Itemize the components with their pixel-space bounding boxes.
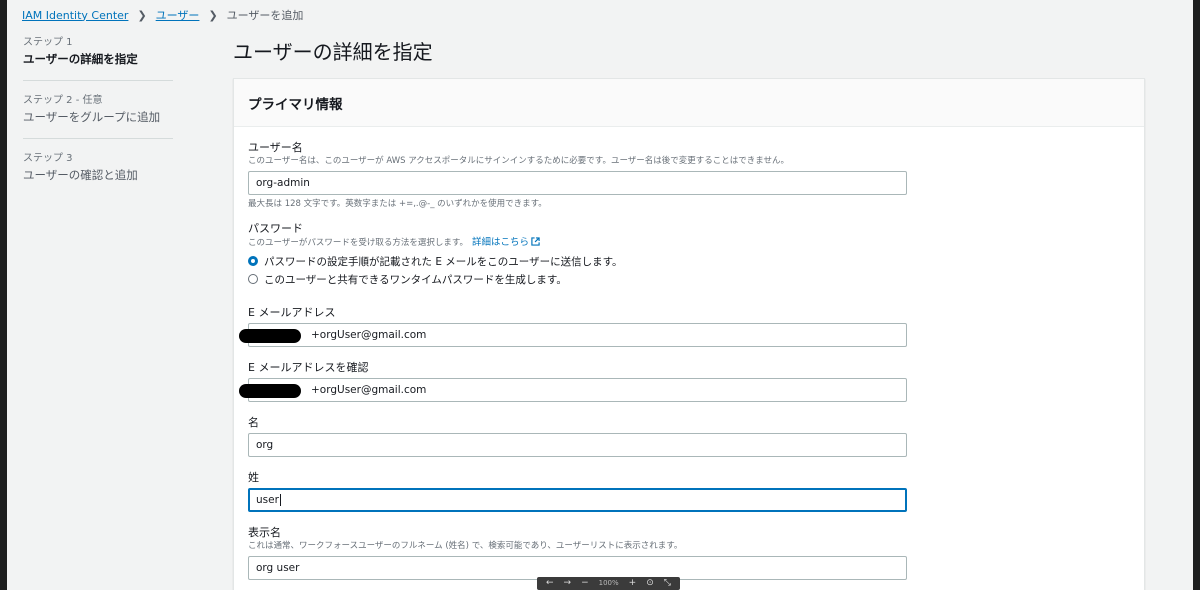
- username-input[interactable]: org-admin: [248, 171, 907, 195]
- first-name-label: 名: [248, 416, 259, 429]
- last-name-label: 姓: [248, 471, 259, 484]
- email-confirm-input[interactable]: +orgUser@gmail.com: [239, 378, 907, 402]
- redaction-mark: [239, 329, 301, 343]
- step-number: ステップ 2 - 任意: [23, 95, 103, 106]
- username-field-group: ユーザー名 このユーザー名は、このユーザーが AWS アクセスポータルにサインイ…: [248, 141, 908, 211]
- panel-header: プライマリ情報: [234, 79, 1144, 127]
- email-field-group: E メールアドレス +orgUser@gmail.com: [239, 306, 908, 347]
- redaction-mark: [239, 384, 301, 398]
- section-title: プライマリ情報: [248, 97, 343, 113]
- password-field-group: パスワード このユーザーがパスワードを受け取る方法を選択します。 詳細はこちら パ…: [248, 222, 908, 286]
- password-label: パスワード: [248, 222, 303, 235]
- radio-send-email-label: パスワードの設定手順が記載された E メールをこのユーザーに送信します。: [264, 255, 623, 268]
- divider: [23, 138, 173, 139]
- forward-arrow-icon[interactable]: →: [564, 577, 572, 590]
- email-confirm-field-group: E メールアドレスを確認 +orgUser@gmail.com: [239, 361, 908, 402]
- breadcrumb: IAM Identity Center ❯ ユーザー ❯ ユーザーを追加: [22, 6, 303, 24]
- display-name-value: org user: [256, 562, 300, 574]
- last-name-field-group: 姓 user: [248, 471, 908, 512]
- radio-one-time-password-label: このユーザーと共有できるワンタイムパスワードを生成します。: [264, 273, 567, 286]
- breadcrumb-users-link[interactable]: ユーザー: [156, 7, 200, 23]
- username-constraint-hint: 最大長は 128 文字です。英数字または +=,.@-_ のいずれかを使用できま…: [248, 199, 547, 209]
- step-number: ステップ 3: [23, 153, 73, 164]
- username-value: org-admin: [256, 177, 310, 189]
- email-input[interactable]: +orgUser@gmail.com: [239, 323, 907, 347]
- primary-info-panel: プライマリ情報 ユーザー名 このユーザー名は、このユーザーが AWS アクセスポ…: [233, 78, 1145, 590]
- zoom-out-icon[interactable]: −: [581, 577, 589, 590]
- step-title: ユーザーの確認と追加: [23, 168, 138, 182]
- radio-one-time-password-option[interactable]: このユーザーと共有できるワンタイムパスワードを生成します。: [248, 272, 908, 286]
- chevron-right-icon: ❯: [208, 8, 218, 22]
- learn-more-link[interactable]: 詳細はこちら: [472, 237, 529, 248]
- email-label: E メールアドレス: [248, 306, 336, 319]
- email-confirm-value: +orgUser@gmail.com: [311, 384, 427, 396]
- first-name-input[interactable]: org: [248, 433, 907, 457]
- password-description: このユーザーがパスワードを受け取る方法を選択します。 詳細はこちら: [248, 236, 908, 250]
- email-value: +orgUser@gmail.com: [311, 329, 427, 341]
- last-name-value: user: [256, 494, 279, 506]
- wizard-steps: ステップ 1 ユーザーの詳細を指定 ステップ 2 - 任意 ユーザーをグループに…: [23, 36, 173, 184]
- radio-send-email-option[interactable]: パスワードの設定手順が記載された E メールをこのユーザーに送信します。: [248, 254, 908, 268]
- text-cursor: [279, 494, 281, 506]
- radio-send-email[interactable]: [248, 256, 258, 266]
- zoom-level: 100%: [598, 579, 619, 587]
- last-name-input[interactable]: user: [248, 488, 907, 512]
- password-description-text: このユーザーがパスワードを受け取る方法を選択します。: [248, 238, 468, 248]
- console-frame: IAM Identity Center ❯ ユーザー ❯ ユーザーを追加 ステッ…: [7, 0, 1193, 590]
- breadcrumb-iam-identity-center-link[interactable]: IAM Identity Center: [22, 9, 128, 22]
- step-title: ユーザーをグループに追加: [23, 110, 161, 124]
- viewer-zoom-toolbar: ← → − 100% + ⊙ ⤡: [537, 577, 680, 590]
- divider: [23, 80, 173, 81]
- page-title: ユーザーの詳細を指定: [233, 40, 433, 64]
- back-arrow-icon[interactable]: ←: [546, 577, 554, 590]
- first-name-value: org: [256, 439, 274, 451]
- fit-screen-icon[interactable]: ⤡: [664, 577, 671, 590]
- step-2[interactable]: ステップ 2 - 任意 ユーザーをグループに追加: [23, 94, 173, 126]
- chevron-right-icon: ❯: [137, 8, 147, 22]
- step-title: ユーザーの詳細を指定: [23, 52, 138, 66]
- external-link-icon: [531, 237, 540, 246]
- email-confirm-label: E メールアドレスを確認: [248, 361, 369, 374]
- first-name-field-group: 名 org: [248, 416, 908, 457]
- zoom-in-icon[interactable]: +: [629, 577, 637, 590]
- zoom-reset-icon[interactable]: ⊙: [646, 577, 654, 590]
- display-name-label: 表示名: [248, 526, 281, 539]
- radio-one-time-password[interactable]: [248, 274, 258, 284]
- username-label: ユーザー名: [248, 141, 303, 154]
- step-1: ステップ 1 ユーザーの詳細を指定: [23, 36, 173, 68]
- step-3[interactable]: ステップ 3 ユーザーの確認と追加: [23, 152, 173, 184]
- step-number: ステップ 1: [23, 37, 73, 48]
- display-name-description: これは通常、ワークフォースユーザーのフルネーム (姓名) で、検索可能であり、ユ…: [248, 541, 683, 551]
- display-name-field-group: 表示名 これは通常、ワークフォースユーザーのフルネーム (姓名) で、検索可能で…: [248, 526, 908, 580]
- breadcrumb-current: ユーザーを追加: [226, 9, 304, 22]
- username-description: このユーザー名は、このユーザーが AWS アクセスポータルにサインインするために…: [248, 156, 790, 166]
